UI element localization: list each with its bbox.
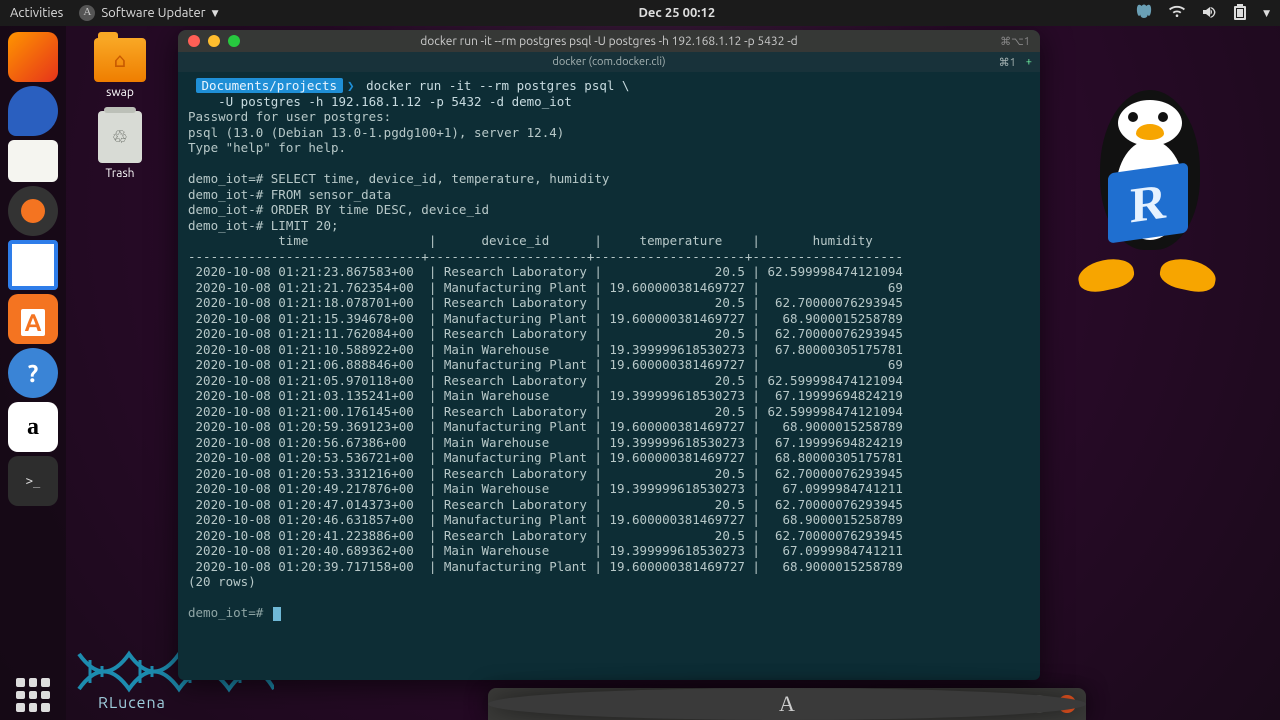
terminal-tabbar: docker (com.docker.cli) ⌘1 + (178, 52, 1040, 72)
dock-help-icon[interactable]: ? (8, 348, 58, 398)
postgresql-indicator-icon[interactable] (1135, 3, 1153, 24)
dock-firefox-icon[interactable] (8, 32, 58, 82)
folder-icon (94, 38, 146, 82)
terminal-window: docker run -it --rm postgres psql -U pos… (178, 30, 1040, 680)
show-applications-button[interactable] (8, 670, 58, 720)
watermark-label: RLucena (74, 694, 274, 712)
dock-terminal-icon[interactable]: >_ (8, 456, 58, 506)
desktop-folder-swap[interactable]: swap (80, 38, 160, 99)
topbar-app-name: Software Updater (101, 6, 205, 20)
dock-files-icon[interactable] (8, 140, 58, 182)
desktop-trash[interactable]: Trash (80, 111, 160, 180)
dock-thunderbird-icon[interactable] (8, 86, 58, 136)
desktop-icon-label: Trash (80, 167, 160, 180)
terminal-body[interactable]: Documents/projects❯ docker run -it --rm … (178, 72, 1040, 631)
dock-rhythmbox-icon[interactable] (8, 186, 58, 236)
terminal-tab[interactable]: docker (com.docker.cli) (552, 56, 665, 68)
volume-indicator-icon[interactable] (1201, 5, 1217, 22)
chevron-down-icon: ▼ (212, 8, 219, 19)
wifi-indicator-icon[interactable] (1169, 5, 1185, 22)
window-close-button[interactable] (188, 35, 200, 47)
window-minimize-button[interactable] (208, 35, 220, 47)
activities-button[interactable]: Activities (10, 6, 63, 20)
software-updater-icon: A (79, 5, 95, 21)
dock-amazon-icon[interactable]: a (8, 402, 58, 452)
tux-r-mascot-image: R (1050, 80, 1250, 290)
tab-shortcut-hint: ⌘1 (999, 56, 1016, 69)
ubuntu-dock: ? a >_ (0, 26, 66, 720)
dock-software-updater-icon[interactable] (488, 688, 1086, 720)
topbar-app-menu[interactable]: A Software Updater ▼ (79, 5, 218, 21)
trash-icon (98, 111, 142, 163)
topbar-clock[interactable]: Dec 25 00:12 (638, 6, 715, 20)
window-maximize-button[interactable] (228, 35, 240, 47)
battery-indicator-icon[interactable] (1233, 4, 1247, 23)
terminal-titlebar[interactable]: docker run -it --rm postgres psql -U pos… (178, 30, 1040, 52)
new-tab-button[interactable]: + (1026, 56, 1032, 68)
desktop-icon-label: swap (80, 86, 160, 99)
dock-ubuntu-software-icon[interactable] (8, 294, 58, 344)
dock-libreoffice-writer-icon[interactable] (8, 240, 58, 290)
titlebar-shortcut-hint: ⌘⌥1 (1000, 35, 1030, 48)
gnome-topbar: Activities A Software Updater ▼ Dec 25 0… (0, 0, 1280, 26)
terminal-title: docker run -it --rm postgres psql -U pos… (178, 35, 1040, 48)
system-menu-chevron-icon[interactable]: ▼ (1263, 8, 1270, 19)
desktop-icons: swap Trash (80, 38, 160, 192)
